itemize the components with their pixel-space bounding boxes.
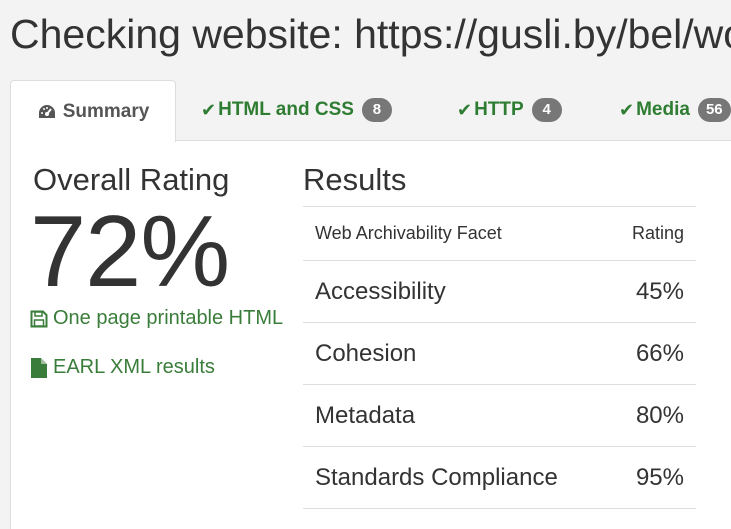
facet-rating: 66% bbox=[608, 322, 696, 385]
tab-html-css-label: HTML and CSS bbox=[218, 99, 354, 120]
results-table: Web Archivability Facet Rating Accessibi… bbox=[303, 206, 696, 509]
facet-rating: 45% bbox=[608, 260, 696, 323]
facet-rating: 95% bbox=[608, 446, 696, 509]
facet-rating: 80% bbox=[608, 384, 696, 447]
count-badge: 8 bbox=[361, 98, 392, 122]
tab-http[interactable]: ✔ HTTP 4 bbox=[457, 80, 562, 140]
check-icon: ✔ bbox=[201, 99, 217, 120]
overall-rating-label: Overall Rating bbox=[33, 162, 230, 197]
facet-name: Standards Compliance bbox=[303, 446, 609, 509]
overall-rating-value: 72% bbox=[30, 196, 230, 308]
tab-media[interactable]: ✔ Media 56 bbox=[619, 80, 731, 140]
table-row: Metadata 80% bbox=[303, 384, 696, 447]
dashboard-icon bbox=[37, 103, 57, 121]
floppy-disk-icon bbox=[30, 310, 53, 328]
facet-column-header: Web Archivability Facet bbox=[303, 206, 609, 261]
rating-column-header: Rating bbox=[608, 206, 696, 261]
printable-html-link[interactable]: One page printable HTML bbox=[30, 307, 283, 330]
page-title: Checking website: https://gusli.by/bel/w… bbox=[10, 11, 731, 57]
facet-name: Metadata bbox=[303, 384, 609, 447]
results-title: Results bbox=[303, 162, 407, 197]
tab-html-css[interactable]: ✔ HTML and CSS 8 bbox=[201, 80, 392, 140]
panel-divider bbox=[175, 140, 731, 141]
count-badge: 4 bbox=[531, 98, 562, 122]
tab-http-label: HTTP bbox=[474, 99, 524, 120]
tab-summary[interactable]: Summary bbox=[10, 80, 176, 142]
check-icon: ✔ bbox=[619, 99, 635, 120]
table-header-row: Web Archivability Facet Rating bbox=[303, 206, 696, 261]
earl-xml-label: EARL XML results bbox=[53, 356, 215, 378]
printable-html-label: One page printable HTML bbox=[53, 307, 284, 329]
table-row: Cohesion 66% bbox=[303, 322, 696, 385]
earl-xml-link[interactable]: EARL XML results bbox=[30, 356, 215, 379]
file-icon bbox=[30, 357, 53, 379]
check-icon: ✔ bbox=[457, 99, 473, 120]
tab-summary-label: Summary bbox=[62, 100, 150, 122]
tab-media-label: Media bbox=[636, 99, 690, 120]
facet-name: Cohesion bbox=[303, 322, 609, 385]
table-row: Accessibility 45% bbox=[303, 260, 696, 323]
count-badge: 56 bbox=[697, 98, 731, 122]
table-row: Standards Compliance 95% bbox=[303, 446, 696, 509]
tab-bar: Summary ✔ HTML and CSS 8 ✔ HTTP 4 ✔ Medi… bbox=[10, 80, 731, 142]
facet-name: Accessibility bbox=[303, 260, 609, 323]
